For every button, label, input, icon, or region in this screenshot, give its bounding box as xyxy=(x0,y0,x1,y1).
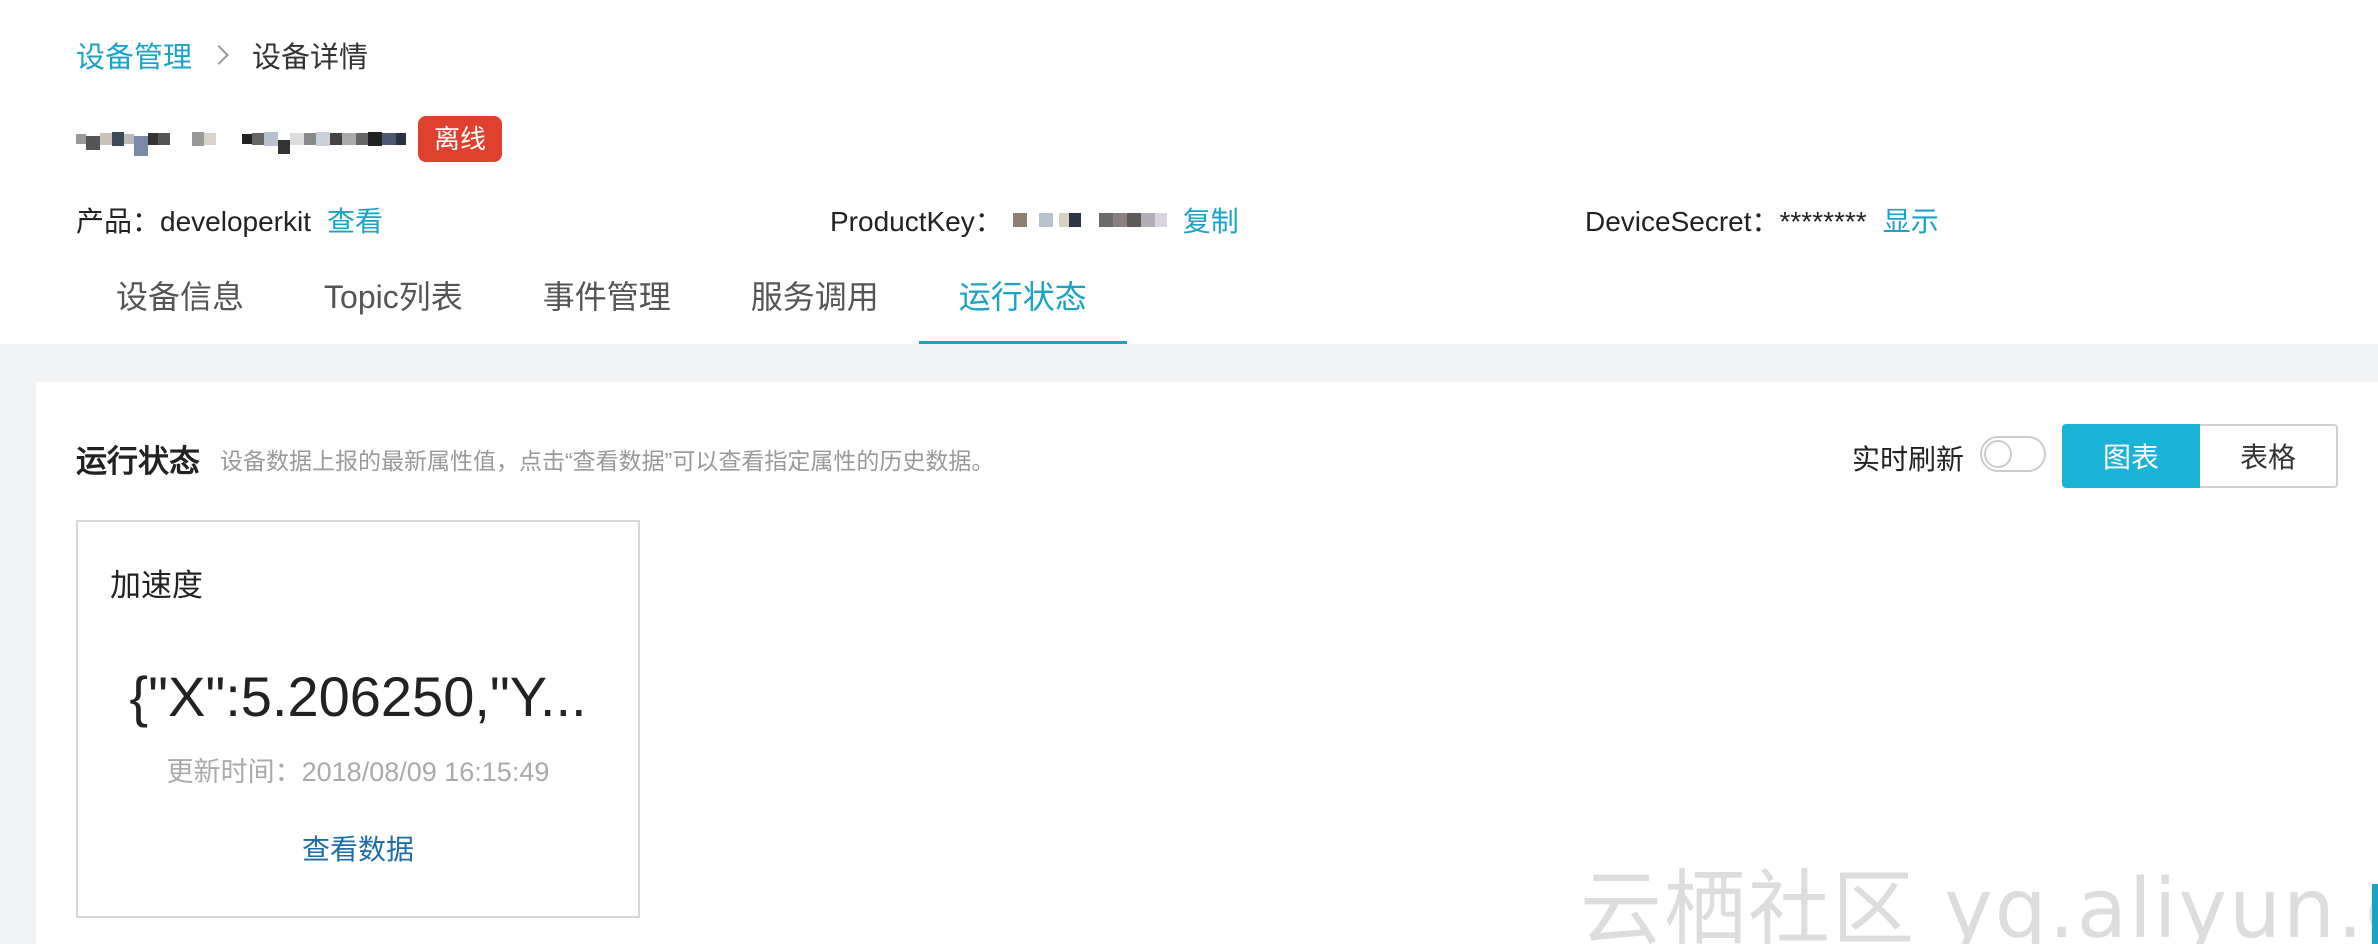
copy-productkey-link[interactable]: 复制 xyxy=(1183,200,1239,240)
tab-service-call[interactable]: 服务调用 xyxy=(711,262,919,344)
toggle-knob xyxy=(1984,440,2012,468)
property-value: {"X":5.206250,"Y... xyxy=(129,665,587,728)
breadcrumb-current: 设备详情 xyxy=(252,42,369,74)
tab-device-info[interactable]: 设备信息 xyxy=(76,262,284,344)
property-update-time: 更新时间：2018/08/09 16:15:49 xyxy=(166,757,550,787)
productkey-info: ProductKey： 复制 xyxy=(830,200,1239,240)
devicesecret-label: DeviceSecret：******** xyxy=(1585,206,1867,237)
tab-event-management[interactable]: 事件管理 xyxy=(503,262,711,344)
product-info: 产品：developerkit 查看 xyxy=(76,200,383,240)
realtime-refresh-toggle[interactable] xyxy=(1980,436,2046,472)
breadcrumb: 设备管理 设备详情 xyxy=(76,34,368,76)
scrollbar-handle[interactable] xyxy=(2372,884,2378,944)
device-meta-row: 产品：developerkit 查看 ProductKey： 复制 Device… xyxy=(0,200,2378,244)
page-header: 设备管理 设备详情 离线 产品：developerkit 查看 ProductK… xyxy=(0,0,2378,344)
view-product-link[interactable]: 查看 xyxy=(327,200,383,240)
watermark: 云栖社区 yq.aliyun.com xyxy=(1580,862,2378,944)
chevron-right-icon xyxy=(209,45,229,65)
property-card: 加速度 {"X":5.206250,"Y... 更新时间：2018/08/09 … xyxy=(76,520,640,918)
product-label: 产品：developerkit xyxy=(76,206,311,237)
property-name: 加速度 xyxy=(110,568,203,603)
panel-description: 设备数据上报的最新属性值，点击“查看数据”可以查看指定属性的历史数据。 xyxy=(220,448,995,474)
status-badge: 离线 xyxy=(418,116,503,162)
show-devicesecret-link[interactable]: 显示 xyxy=(1883,200,1939,240)
productkey-redacted xyxy=(1012,213,1167,227)
breadcrumb-device-management[interactable]: 设备管理 xyxy=(76,34,192,76)
tab-topic-list[interactable]: Topic列表 xyxy=(284,262,503,344)
tab-running-status[interactable]: 运行状态 xyxy=(918,262,1127,344)
devicesecret-info: DeviceSecret：******** 显示 xyxy=(1585,200,1939,240)
view-data-link[interactable]: 查看数据 xyxy=(78,828,638,868)
tab-bar: 设备信息 Topic列表 事件管理 服务调用 运行状态 xyxy=(76,262,1127,344)
table-view-button[interactable]: 表格 xyxy=(2200,424,2338,488)
device-title-row: 离线 xyxy=(76,114,503,164)
realtime-refresh-label: 实时刷新 xyxy=(1852,444,1965,475)
productkey-label: ProductKey： xyxy=(830,206,1003,237)
panel-title: 运行状态 xyxy=(76,444,200,479)
chart-view-button[interactable]: 图表 xyxy=(2062,424,2200,488)
device-name-redacted xyxy=(76,114,406,164)
